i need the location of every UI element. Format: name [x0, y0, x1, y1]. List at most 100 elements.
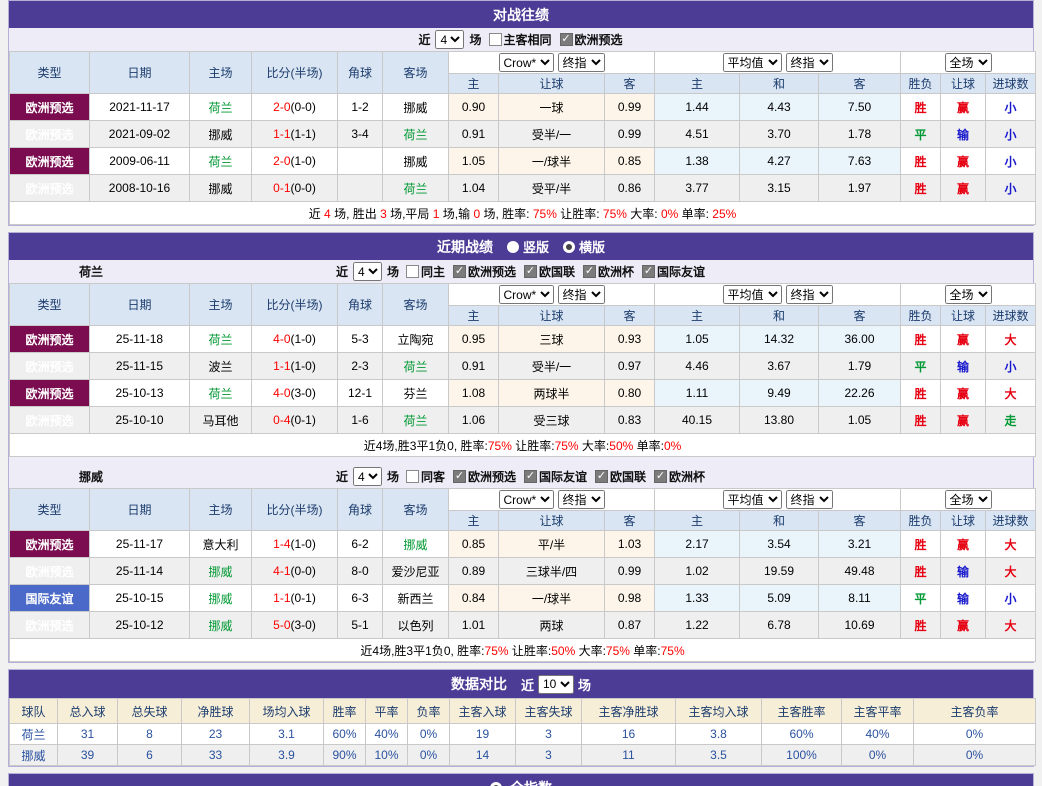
- sub-column-header: 主: [655, 306, 740, 326]
- handicap-odds-group: Crow*终指: [449, 489, 655, 511]
- compare-team-cell: 挪威: [10, 745, 58, 766]
- compare-value-cell: 11: [582, 745, 676, 766]
- compare-value-cell: 0%: [408, 745, 450, 766]
- result-wdl-cell: 胜: [901, 175, 941, 202]
- compare-row: 挪威396333.990%10%0%143113.5100%0%0%: [10, 745, 1036, 766]
- score-cell: 1-1(1-0): [252, 353, 338, 380]
- radio-label: 横版: [579, 237, 605, 256]
- odds-provider-select[interactable]: Crow*: [499, 53, 554, 72]
- filter-bar: 荷兰近4场同主✓欧洲预选✓欧国联✓欧洲杯✓国际友谊: [9, 260, 1033, 283]
- column-header: 角球: [338, 284, 383, 326]
- euro-away-odds-cell: 1.79: [819, 353, 901, 380]
- games-label: 场: [578, 675, 591, 694]
- match-type-cell: 欧洲预选: [10, 380, 90, 407]
- euro-provider-select[interactable]: 平均值: [723, 285, 782, 304]
- sub-column-header: 客: [605, 511, 655, 531]
- page: 对战往绩 近4场主客相同✓欧洲预选类型日期主场比分(半场)角球客场Crow*终指…: [8, 0, 1034, 786]
- radio-icon[interactable]: [563, 241, 575, 253]
- compare-column-header: 主客胜率: [762, 699, 842, 724]
- handicap-odds-group: Crow*终指: [449, 284, 655, 306]
- near-count-select[interactable]: 4: [353, 467, 382, 486]
- next-section-titlebar: 全指数: [9, 774, 1033, 786]
- euro-stage-select[interactable]: 终指: [786, 285, 833, 304]
- checkbox-checked-icon[interactable]: ✓: [524, 265, 537, 278]
- handicap-home-odds-cell: 0.91: [449, 353, 499, 380]
- euro-stage-select[interactable]: 终指: [786, 53, 833, 72]
- result-goals-cell: 小: [986, 94, 1036, 121]
- odds-stage-select[interactable]: 终指: [558, 490, 605, 509]
- checkbox-unchecked-icon[interactable]: [406, 470, 419, 483]
- checkbox-unchecked-icon[interactable]: [406, 265, 419, 278]
- checkbox-checked-icon[interactable]: ✓: [453, 470, 466, 483]
- column-header: 日期: [90, 489, 190, 531]
- recent-titlebar: 近期战绩 竖版横版: [9, 233, 1033, 260]
- compare-near-select[interactable]: 10: [538, 675, 574, 694]
- euro-away-odds-cell: 1.05: [819, 407, 901, 434]
- result-handicap-cell: 赢: [941, 94, 986, 121]
- radio-all-index[interactable]: [490, 782, 502, 786]
- column-header: 类型: [10, 52, 90, 94]
- near-label: 近: [336, 468, 348, 485]
- compare-value-cell: 60%: [762, 724, 842, 745]
- near-count-select[interactable]: 4: [353, 262, 382, 281]
- sub-column-header: 胜负: [901, 511, 941, 531]
- handicap-line-cell: 三球半/四: [499, 558, 605, 585]
- compare-column-header: 主客净胜球: [582, 699, 676, 724]
- layout-radio-horizontal[interactable]: 横版: [563, 237, 605, 256]
- score-cell: 1-1(1-1): [252, 121, 338, 148]
- odds-stage-select[interactable]: 终指: [558, 285, 605, 304]
- compare-team-cell: 荷兰: [10, 724, 58, 745]
- near-count-select[interactable]: 4: [435, 30, 464, 49]
- score-cell: 1-1(0-1): [252, 585, 338, 612]
- checkbox-checked-icon[interactable]: ✓: [453, 265, 466, 278]
- result-wdl-cell: 胜: [901, 531, 941, 558]
- norway-block: 挪威近4场同客✓欧洲预选✓国际友谊✓欧国联✓欧洲杯类型日期主场比分(半场)角球客…: [9, 465, 1033, 662]
- scope-select[interactable]: 全场: [945, 285, 992, 304]
- filter-bar: 挪威近4场同客✓欧洲预选✓国际友谊✓欧国联✓欧洲杯: [9, 465, 1033, 488]
- result-goals-cell: 大: [986, 612, 1036, 639]
- score-cell: 4-0(1-0): [252, 326, 338, 353]
- odds-provider-select[interactable]: Crow*: [499, 285, 554, 304]
- match-row: 欧洲预选25-11-18荷兰4-0(1-0)5-3立陶宛0.95三球0.931.…: [10, 326, 1036, 353]
- euro-provider-select[interactable]: 平均值: [723, 53, 782, 72]
- checkbox-checked-icon[interactable]: ✓: [595, 470, 608, 483]
- sub-column-header: 主: [655, 74, 740, 94]
- result-wdl-cell: 胜: [901, 94, 941, 121]
- scope-select[interactable]: 全场: [945, 490, 992, 509]
- home-team-cell: 挪威: [190, 612, 252, 639]
- home-team-cell: 挪威: [190, 175, 252, 202]
- odds-stage-select[interactable]: 终指: [558, 53, 605, 72]
- handicap-away-odds-cell: 0.87: [605, 612, 655, 639]
- euro-provider-select[interactable]: 平均值: [723, 490, 782, 509]
- result-handicap-cell: 赢: [941, 612, 986, 639]
- checkbox-checked-icon[interactable]: ✓: [642, 265, 655, 278]
- handicap-away-odds-cell: 0.99: [605, 558, 655, 585]
- checkbox-checked-icon[interactable]: ✓: [583, 265, 596, 278]
- summary-row: 近4场,胜3平1负0, 胜率:75% 让胜率:75% 大率:50% 单率:0%: [10, 434, 1036, 457]
- scope-select[interactable]: 全场: [945, 53, 992, 72]
- result-wdl-cell: 胜: [901, 407, 941, 434]
- checkbox-unchecked-icon[interactable]: [489, 33, 502, 46]
- handicap-home-odds-cell: 0.89: [449, 558, 499, 585]
- result-handicap-cell: 赢: [941, 148, 986, 175]
- score-cell: 5-0(3-0): [252, 612, 338, 639]
- sub-column-header: 让球: [499, 74, 605, 94]
- euro-away-odds-cell: 49.48: [819, 558, 901, 585]
- match-row: 欧洲预选25-11-14挪威4-1(0-0)8-0爱沙尼亚0.89三球半/四0.…: [10, 558, 1036, 585]
- odds-provider-select[interactable]: Crow*: [499, 490, 554, 509]
- compare-column-header: 场均入球: [250, 699, 324, 724]
- home-team-cell: 挪威: [190, 585, 252, 612]
- layout-radio-vertical[interactable]: 竖版: [507, 237, 549, 256]
- filter-checkbox-label: 同客: [421, 468, 445, 485]
- handicap-away-odds-cell: 0.85: [605, 148, 655, 175]
- checkbox-checked-icon[interactable]: ✓: [524, 470, 537, 483]
- result-handicap-cell: 输: [941, 585, 986, 612]
- checkbox-checked-icon[interactable]: ✓: [560, 33, 573, 46]
- team-name: 荷兰: [79, 263, 103, 280]
- home-team-cell: 挪威: [190, 121, 252, 148]
- euro-stage-select[interactable]: 终指: [786, 490, 833, 509]
- radio-icon[interactable]: [507, 241, 519, 253]
- checkbox-checked-icon[interactable]: ✓: [654, 470, 667, 483]
- filter-checkbox: ✓欧洲预选: [453, 263, 516, 280]
- games-label: 场: [387, 263, 399, 280]
